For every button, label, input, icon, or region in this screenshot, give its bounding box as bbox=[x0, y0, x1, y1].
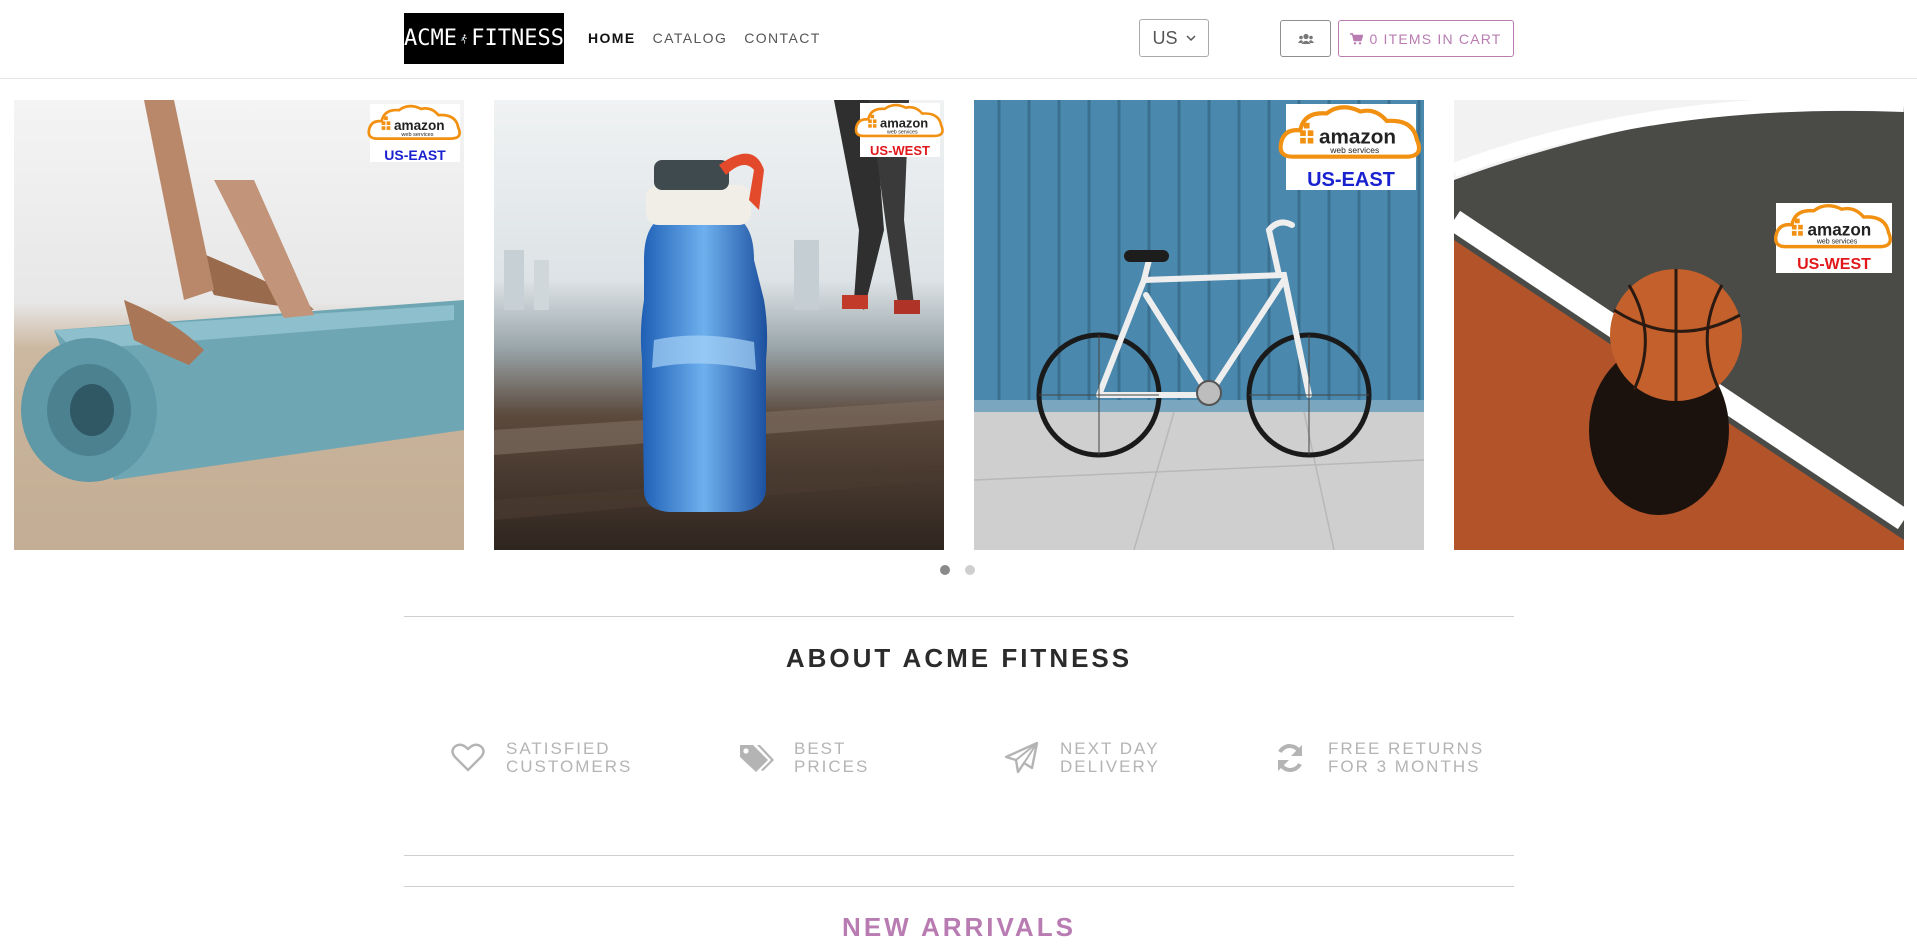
feature-line: CUSTOMERS bbox=[506, 757, 633, 776]
aws-cloud-logo-icon: amazon web services bbox=[854, 103, 944, 138]
new-arrivals-title: NEW ARRIVALS bbox=[842, 912, 1076, 942]
aws-region-badge: amazon web services US-WEST bbox=[854, 103, 944, 158]
section-divider bbox=[404, 616, 1514, 617]
cart-button[interactable]: 0 ITEMS IN CART bbox=[1338, 20, 1514, 57]
feature-best-prices: BEST PRICES bbox=[738, 740, 869, 776]
region-select[interactable]: US bbox=[1139, 19, 1209, 57]
tags-icon bbox=[740, 745, 774, 772]
nav-catalog-link[interactable]: CATALOG bbox=[653, 28, 728, 48]
feature-line: FOR 3 MONTHS bbox=[1328, 757, 1481, 776]
yoga-mat-image bbox=[14, 100, 464, 550]
feature-free-returns: FREE RETURNS FOR 3 MONTHS bbox=[1272, 740, 1484, 776]
svg-text:amazon: amazon bbox=[1808, 220, 1872, 240]
refresh-icon bbox=[1278, 744, 1302, 772]
product-carousel[interactable]: amazon web services US-EAST amazon web s… bbox=[0, 100, 1917, 550]
water-bottle-image bbox=[494, 100, 944, 550]
feature-next-day-delivery: NEXT DAY DELIVERY bbox=[1004, 740, 1160, 776]
carousel-slide-bicycle[interactable]: amazon web services US-EAST bbox=[974, 100, 1424, 550]
paper-plane-icon bbox=[1005, 742, 1039, 774]
aws-region-badge: amazon web services US-EAST bbox=[367, 104, 461, 163]
region-select-value: US bbox=[1152, 27, 1178, 48]
feature-line: DELIVERY bbox=[1060, 757, 1160, 776]
carousel-slide-yoga-mat[interactable]: amazon web services US-EAST bbox=[14, 100, 464, 550]
aws-region-badge: amazon web services US-EAST bbox=[1278, 104, 1422, 191]
aws-cloud-logo-icon: amazon web services bbox=[1774, 204, 1893, 249]
svg-text:web services: web services bbox=[1329, 145, 1379, 155]
aws-cloud-logo-icon: amazon web services bbox=[367, 104, 461, 140]
feature-line: PRICES bbox=[794, 757, 870, 776]
features-row: SATISFIED CUSTOMERS BEST PRICES NEXT DAY… bbox=[404, 740, 1514, 780]
svg-text:web services: web services bbox=[887, 130, 918, 136]
basketball-image bbox=[1454, 100, 1904, 550]
region-label: US-WEST bbox=[870, 143, 930, 158]
site-header: ACME FITNESS HOME CATALOG CONTACT US 0 I… bbox=[0, 0, 1917, 79]
region-label: US-EAST bbox=[384, 147, 446, 163]
nav-contact-link[interactable]: CONTACT bbox=[744, 28, 820, 48]
svg-text:web services: web services bbox=[400, 132, 433, 138]
feature-line: BEST bbox=[794, 739, 847, 758]
nav-home-link[interactable]: HOME bbox=[588, 28, 636, 48]
logo-text-fitness: FITNESS bbox=[471, 25, 564, 51]
cart-label: 0 ITEMS IN CART bbox=[1369, 30, 1502, 47]
carousel-slide-basketball[interactable]: amazon web services US-WEST bbox=[1454, 100, 1904, 550]
feature-line: NEXT DAY bbox=[1060, 739, 1160, 758]
svg-text:amazon: amazon bbox=[394, 118, 445, 133]
users-icon bbox=[1297, 33, 1314, 44]
region-label: US-EAST bbox=[1307, 169, 1395, 191]
chevron-down-icon bbox=[1185, 35, 1196, 42]
carousel-dot-2[interactable] bbox=[965, 565, 975, 575]
carousel-dot-1[interactable] bbox=[940, 565, 950, 575]
runner-icon bbox=[460, 33, 468, 44]
carousel-pagination bbox=[940, 565, 975, 575]
cart-icon bbox=[1350, 32, 1364, 44]
acme-fitness-logo[interactable]: ACME FITNESS bbox=[404, 13, 564, 64]
aws-cloud-logo-icon: amazon web services bbox=[1278, 105, 1422, 159]
svg-text:web services: web services bbox=[1816, 239, 1858, 246]
region-label: US-WEST bbox=[1797, 256, 1871, 273]
carousel-slide-water-bottle[interactable]: amazon web services US-WEST bbox=[494, 100, 944, 550]
about-title: ABOUT ACME FITNESS bbox=[785, 643, 1133, 673]
feature-line: FREE RETURNS bbox=[1328, 739, 1485, 758]
main-nav: HOME CATALOG CONTACT bbox=[588, 28, 821, 48]
heart-icon bbox=[451, 743, 485, 772]
svg-text:amazon: amazon bbox=[880, 116, 928, 131]
section-divider bbox=[404, 886, 1514, 887]
logo-text-acme: ACME bbox=[404, 25, 457, 51]
aws-region-badge: amazon web services US-WEST bbox=[1774, 203, 1893, 273]
user-account-button[interactable] bbox=[1280, 20, 1331, 57]
section-divider bbox=[404, 855, 1514, 856]
feature-line: SATISFIED bbox=[506, 739, 611, 758]
feature-satisfied-customers: SATISFIED CUSTOMERS bbox=[450, 740, 632, 776]
